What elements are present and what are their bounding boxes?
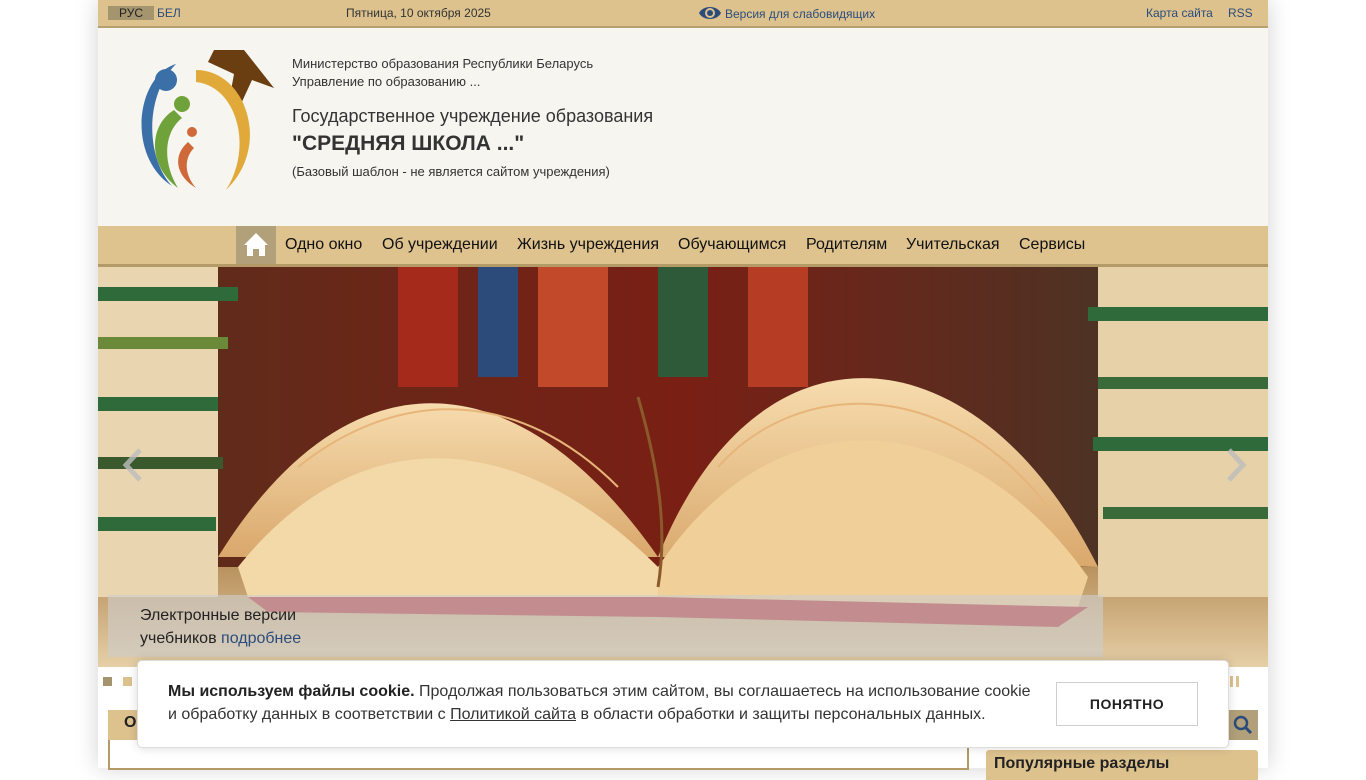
top-bar: РУС БЕЛ Пятница, 10 октября 2025 Версия … xyxy=(98,0,1268,28)
slider-dot-2[interactable] xyxy=(123,677,132,686)
school-logo[interactable] xyxy=(126,46,274,192)
nav-item-students[interactable]: Обучающимся xyxy=(678,226,786,264)
cookie-text: Мы используем файлы cookie. Продолжая по… xyxy=(168,680,1038,726)
nav-item-one-window[interactable]: Одно окно xyxy=(285,226,362,264)
pause-icon[interactable] xyxy=(1230,676,1240,687)
lang-ru-button[interactable]: РУС xyxy=(108,6,154,20)
cookie-accept-button[interactable]: ПОНЯТНО xyxy=(1056,682,1198,726)
home-button[interactable] xyxy=(236,226,276,264)
nav-item-services[interactable]: Сервисы xyxy=(1019,226,1085,264)
vision-version-link[interactable]: Версия для слабовидящих xyxy=(725,7,875,21)
nav-item-parents[interactable]: Родителям xyxy=(806,226,887,264)
cookie-banner: Мы используем файлы cookie. Продолжая по… xyxy=(137,660,1229,748)
sitemap-link[interactable]: Карта сайта xyxy=(1146,6,1213,20)
news-block-title: О xyxy=(124,714,137,731)
search-button[interactable] xyxy=(1228,710,1258,740)
cookie-bold: Мы используем файлы cookie. xyxy=(168,683,415,700)
nav-item-teachers[interactable]: Учительская xyxy=(906,226,1000,264)
eye-icon[interactable] xyxy=(698,3,722,23)
slider-prev-icon[interactable] xyxy=(118,445,148,485)
page: РУС БЕЛ Пятница, 10 октября 2025 Версия … xyxy=(98,0,1268,780)
institution-type: Государственное учреждение образования xyxy=(292,106,654,126)
search-icon xyxy=(1233,715,1253,735)
image-slider[interactable]: Электронные версии учебников подробнее xyxy=(98,267,1268,667)
privacy-policy-link[interactable]: Политикой сайта xyxy=(450,706,576,723)
main-nav: Одно окно Об учреждении Жизнь учреждения… xyxy=(98,226,1268,267)
site-header: Министерство образования Республики Бела… xyxy=(98,28,1268,226)
slide-caption-text: Электронные версии учебников подробнее xyxy=(140,604,330,650)
nav-item-about[interactable]: Об учреждении xyxy=(382,226,498,264)
caption-more-link[interactable]: подробнее xyxy=(221,630,301,647)
slider-dot-1[interactable] xyxy=(103,677,112,686)
popular-sections-title: Популярные разделы xyxy=(994,755,1170,772)
slide-caption: Электронные версии учебников подробнее xyxy=(108,595,1103,657)
caption-line-2: учебников xyxy=(140,630,217,647)
current-date: Пятница, 10 октября 2025 xyxy=(346,6,491,20)
home-icon xyxy=(244,233,268,256)
rss-link[interactable]: RSS xyxy=(1228,6,1253,20)
caption-line-1: Электронные версии xyxy=(140,607,297,624)
lang-by-link[interactable]: БЕЛ xyxy=(157,6,181,20)
cookie-text-2: в области обработки и защиты персональны… xyxy=(576,706,986,723)
slider-next-icon[interactable] xyxy=(1221,445,1251,485)
template-note: (Базовый шаблон - не является сайтом учр… xyxy=(292,164,610,179)
ministry-label: Министерство образования Республики Бела… xyxy=(292,56,594,71)
nav-item-life[interactable]: Жизнь учреждения xyxy=(517,226,659,264)
department-label: Управление по образованию ... xyxy=(292,74,481,89)
institution-name: "СРЕДНЯЯ ШКОЛА ..." xyxy=(292,132,525,155)
